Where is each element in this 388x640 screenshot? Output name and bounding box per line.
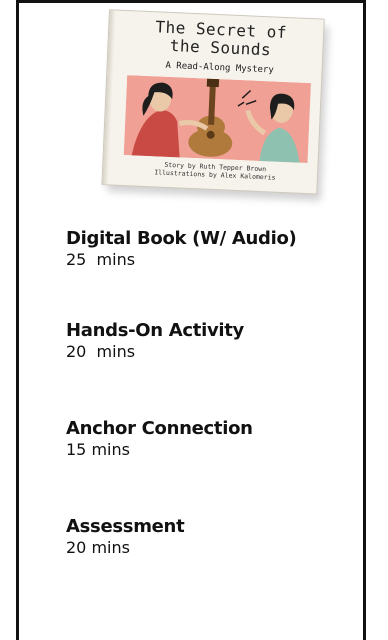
activity-title: Hands-On Activity (66, 320, 244, 341)
activity-duration: 15 mins (66, 440, 130, 459)
activity-assessment[interactable]: Assessment 20 mins (66, 516, 356, 558)
activity-hands-on[interactable]: Hands-On Activity 20 mins (66, 320, 356, 362)
activity-duration: 20 mins (66, 538, 130, 557)
book-cover-image[interactable]: The Secret of the Sounds A Read-Along My… (101, 9, 331, 201)
activity-duration: 25 mins (66, 250, 136, 269)
guitar-head (206, 78, 220, 88)
book-title: The Secret of the Sounds (128, 17, 313, 61)
activity-title: Digital Book (W/ Audio) (66, 228, 297, 249)
activity-anchor-connection[interactable]: Anchor Connection 15 mins (66, 418, 356, 460)
book-credits: Story by Ruth Tepper Brown Illustrations… (123, 159, 308, 183)
activity-digital-book[interactable]: Digital Book (W/ Audio) 25 mins (66, 228, 356, 270)
book-cover: The Secret of the Sounds A Read-Along My… (101, 9, 325, 195)
activity-title: Anchor Connection (66, 418, 253, 439)
book-subtitle: A Read-Along Mystery (165, 60, 274, 76)
book-illustration (123, 75, 312, 164)
activity-title: Assessment (66, 516, 185, 537)
activity-duration: 20 mins (66, 342, 136, 361)
